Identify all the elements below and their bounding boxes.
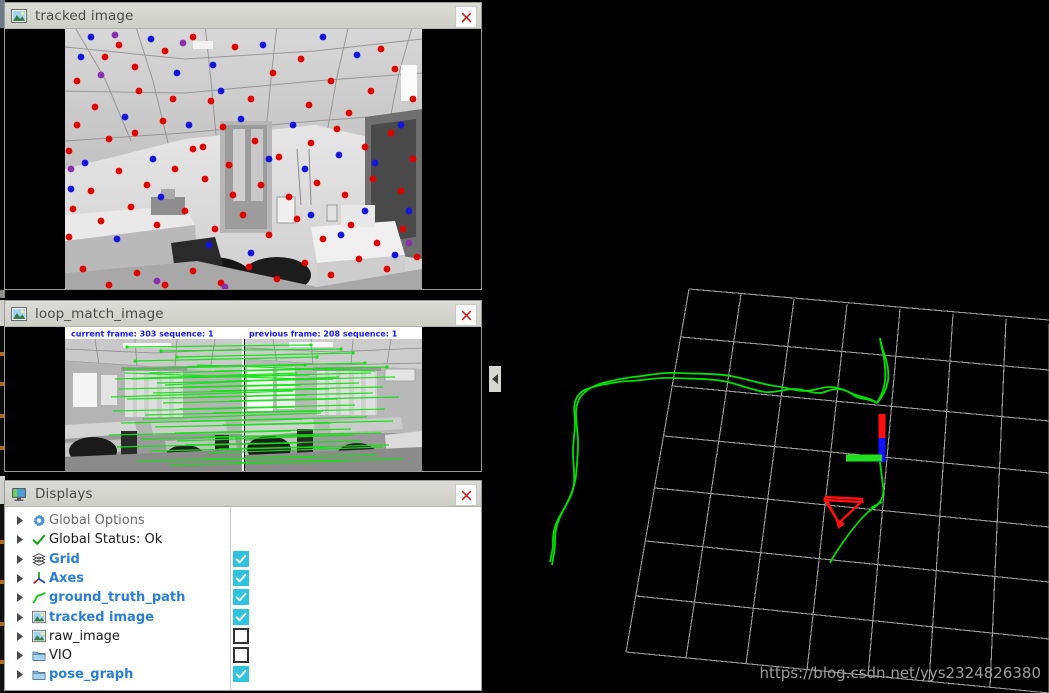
gear-icon <box>29 514 49 528</box>
loop-current-frame-label: current frame: 303 sequence: 1 <box>71 330 214 339</box>
loop-match-titlebar: loop_match_image <box>5 301 481 327</box>
grid-icon <box>29 552 49 566</box>
displays-titlebar: Displays <box>5 481 481 507</box>
loop-match-render: current frame: 303 sequence: 1 previous … <box>5 327 481 471</box>
expand-arrow-icon[interactable] <box>11 670 29 680</box>
tree-row-grid[interactable]: Grid <box>11 550 481 569</box>
tracked-image-titlebar: tracked image <box>5 3 481 29</box>
panel-collapse-handle[interactable] <box>489 366 501 392</box>
watermark-text: https://blog.csdn.net/yys2324826380 <box>760 664 1041 682</box>
tracked-image-render <box>5 29 481 289</box>
expand-arrow-icon[interactable] <box>11 535 29 545</box>
expand-arrow-icon[interactable] <box>11 612 29 622</box>
axes-icon <box>29 571 49 585</box>
tree-row-axes[interactable]: Axes <box>11 569 481 588</box>
tree-row-vio[interactable]: VIO <box>11 646 481 665</box>
tree-row-pose-graph[interactable]: pose_graph <box>11 665 481 684</box>
checkbox-pose-graph[interactable] <box>233 666 249 683</box>
expand-arrow-icon[interactable] <box>11 554 29 564</box>
panel-loop-match-image: loop_match_image current frame: 303 sequ… <box>4 300 482 472</box>
tree-label: Global Status: Ok <box>49 532 163 548</box>
tracked-image-body <box>5 29 481 289</box>
image-icon <box>11 8 27 24</box>
tracked-image-title: tracked image <box>35 7 134 24</box>
checkbox-grid[interactable] <box>233 550 249 567</box>
panel-displays: Displays Global Options Global Status: O… <box>4 480 482 691</box>
tree-label: Axes <box>49 570 85 586</box>
tree-label: pose_graph <box>49 667 134 683</box>
displays-title: Displays <box>35 485 93 502</box>
image-icon <box>29 610 49 624</box>
checkbox-axes[interactable] <box>233 569 249 586</box>
panel-tracked-image: tracked image <box>4 2 482 290</box>
checkbox-ground-truth-path[interactable] <box>233 589 249 606</box>
tree-row-tracked-image[interactable]: tracked image <box>11 608 481 627</box>
loop-match-body: current frame: 303 sequence: 1 previous … <box>5 327 481 471</box>
tree-label: Grid <box>49 551 80 567</box>
loop-match-close-button[interactable] <box>455 304 477 326</box>
tree-row-global-options[interactable]: Global Options <box>11 511 481 530</box>
tree-label: VIO <box>49 648 72 664</box>
image-icon <box>29 629 49 643</box>
tree-row-raw-image[interactable]: raw_image <box>11 627 481 646</box>
expand-arrow-icon[interactable] <box>11 573 29 583</box>
rviz-window: tracked image loop_match_image current f… <box>0 0 1049 693</box>
displays-tree[interactable]: Global Options Global Status: Ok Grid Ax… <box>5 507 481 690</box>
tree-label: tracked image <box>49 609 154 625</box>
folder-icon <box>29 668 49 682</box>
folder-icon <box>29 649 49 663</box>
check-icon <box>29 533 49 547</box>
checkbox-tracked-image[interactable] <box>233 608 249 625</box>
checkbox-vio[interactable] <box>233 647 249 664</box>
path-icon <box>29 591 49 605</box>
monitor-icon <box>11 486 27 502</box>
checkbox-raw-image[interactable] <box>233 627 249 644</box>
loop-match-title: loop_match_image <box>35 305 164 322</box>
loop-previous-frame-label: previous frame: 208 sequence: 1 <box>249 330 398 339</box>
render-view-3d[interactable]: https://blog.csdn.net/yys2324826380 <box>503 0 1049 693</box>
expand-arrow-icon[interactable] <box>11 631 29 641</box>
tree-label: raw_image <box>49 628 120 644</box>
expand-arrow-icon[interactable] <box>11 593 29 603</box>
tree-label: Global Options <box>49 513 145 528</box>
tree-label: ground_truth_path <box>49 590 186 606</box>
image-icon <box>11 306 27 322</box>
expand-arrow-icon[interactable] <box>11 516 29 525</box>
tracked-image-close-button[interactable] <box>455 6 477 28</box>
tree-row-global-status[interactable]: Global Status: Ok <box>11 530 481 549</box>
displays-close-button[interactable] <box>455 484 477 506</box>
tree-row-ground-truth-path[interactable]: ground_truth_path <box>11 588 481 607</box>
view3d-scene: https://blog.csdn.net/yys2324826380 <box>503 0 1049 693</box>
expand-arrow-icon[interactable] <box>11 651 29 661</box>
